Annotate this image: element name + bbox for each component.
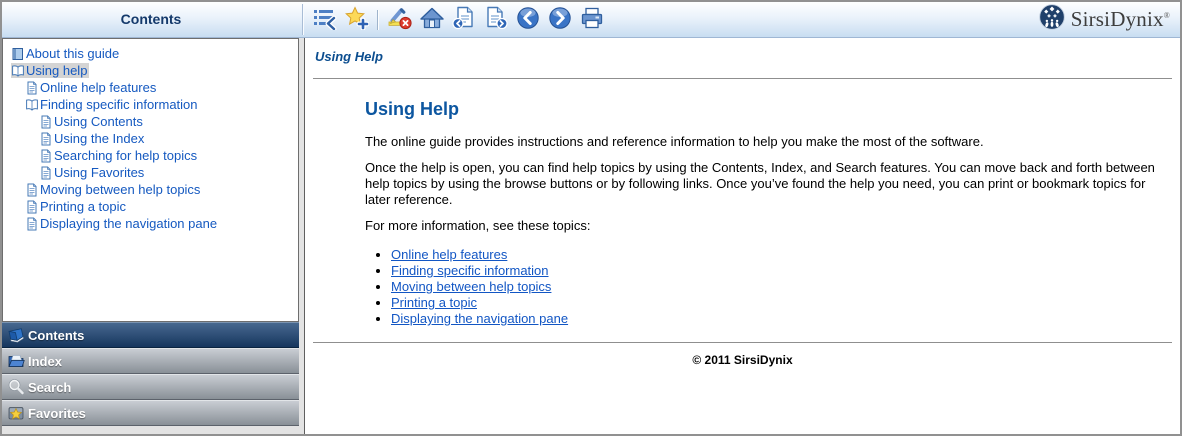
forward-icon (548, 6, 572, 33)
print-button[interactable] (578, 6, 605, 33)
copyright: © 2011 SirsiDynix (305, 353, 1180, 367)
remove-highlight-button[interactable] (386, 6, 413, 33)
related-topic-item: Displaying the navigation pane (391, 312, 1170, 326)
star-box-icon (7, 404, 25, 422)
related-topic-item: Printing a topic (391, 296, 1170, 310)
remove-highlight-icon (388, 6, 412, 33)
book-icon (7, 326, 25, 344)
tree-item[interactable]: Printing a topic (7, 198, 298, 215)
page-icon (25, 200, 39, 214)
tree-item-label: Finding specific information (40, 97, 198, 112)
logo-text: SirsiDynix® (1071, 7, 1170, 32)
back-icon (516, 6, 540, 33)
page-icon (25, 217, 39, 231)
breadcrumb: Using Help (315, 49, 1180, 64)
page-title: Using Help (365, 99, 1170, 120)
nav-tab-contents[interactable]: Contents (2, 322, 299, 348)
page-icon (25, 183, 39, 197)
tree-item-label: Searching for help topics (54, 148, 197, 163)
topbar-divider (302, 4, 304, 35)
tree-item-label: Displaying the navigation pane (40, 216, 217, 231)
sync-toc-button[interactable] (311, 6, 338, 33)
tree-item[interactable]: Searching for help topics (7, 147, 298, 164)
tree-item[interactable]: Finding specific information (7, 96, 298, 113)
body-paragraph: Once the help is open, you can find help… (365, 160, 1170, 208)
home-button[interactable] (418, 6, 445, 33)
tree-item[interactable]: Displaying the navigation pane (7, 215, 298, 232)
add-favorite-button[interactable] (343, 6, 370, 33)
open-book-icon (11, 64, 25, 78)
next-topic-icon (484, 6, 508, 33)
links-intro: For more information, see these topics: (365, 218, 1170, 234)
nav-tab-label: Contents (28, 328, 84, 343)
topic-content: Using Help Using Help The online guide p… (304, 38, 1180, 434)
tree-item-label: Online help features (40, 80, 156, 95)
topic-link[interactable]: Finding specific information (391, 263, 549, 278)
contents-tree: About this guide Using help Online help fe… (2, 38, 299, 322)
nav-tab-index[interactable]: Index (2, 348, 299, 374)
nav-tab-search[interactable]: Search (2, 374, 299, 400)
previous-topic-icon (452, 6, 476, 33)
page-icon (39, 115, 53, 129)
folder-icon (7, 352, 25, 370)
related-topic-item: Finding specific information (391, 264, 1170, 278)
tree-item[interactable]: About this guide (7, 45, 298, 62)
footer-rule (313, 342, 1172, 343)
nav-tab-label: Favorites (28, 406, 86, 421)
add-favorite-icon (345, 6, 369, 33)
tree-item[interactable]: Moving between help topics (7, 181, 298, 198)
body-paragraph: The online guide provides instructions a… (365, 134, 1170, 150)
article: Using Help The online guide provides ins… (365, 99, 1170, 326)
tree-item-label: Using Contents (54, 114, 143, 129)
topic-link[interactable]: Displaying the navigation pane (391, 311, 568, 326)
sync-toc-icon (313, 6, 337, 33)
previous-topic-button[interactable] (450, 6, 477, 33)
tree-item-label: Using help (26, 63, 87, 78)
top-bar: Contents SirsiDynix® (2, 2, 1180, 38)
page-icon (39, 132, 53, 146)
navigation-pane: About this guide Using help Online help fe… (2, 38, 304, 434)
forward-button[interactable] (546, 6, 573, 33)
back-button[interactable] (514, 6, 541, 33)
body-paragraphs: The online guide provides instructions a… (365, 134, 1170, 208)
home-icon (420, 6, 444, 33)
tree-item[interactable]: Using Favorites (7, 164, 298, 181)
next-topic-button[interactable] (482, 6, 509, 33)
topic-link[interactable]: Moving between help topics (391, 279, 551, 294)
topic-link[interactable]: Online help features (391, 247, 507, 262)
header-rule (313, 78, 1172, 79)
related-topic-item: Online help features (391, 248, 1170, 262)
tree-item[interactable]: Using Contents (7, 113, 298, 130)
tree-item[interactable]: Online help features (7, 79, 298, 96)
topic-link[interactable]: Printing a topic (391, 295, 477, 310)
page-icon (25, 81, 39, 95)
tree-item-label: About this guide (26, 46, 119, 61)
tree-item[interactable]: Using the Index (7, 130, 298, 147)
nav-tab-favorites[interactable]: Favorites (2, 400, 299, 426)
nav-tab-label: Search (28, 380, 71, 395)
toolbar-separator (377, 10, 379, 30)
nav-accordion: Contents Index Search Favorites (2, 322, 299, 434)
nav-tab-label: Index (28, 354, 62, 369)
tree-item-label: Using the Index (54, 131, 144, 146)
print-icon (580, 6, 604, 33)
tree-item-label: Printing a topic (40, 199, 126, 214)
sirsidynix-logo-icon (1038, 3, 1066, 36)
tree-item-label: Using Favorites (54, 165, 144, 180)
help-viewer-window: Contents SirsiDynix® About this guide Usi… (0, 0, 1182, 436)
registered-mark: ® (1164, 11, 1170, 20)
related-topics-list: Online help featuresFinding specific inf… (377, 248, 1170, 326)
open-book-icon (25, 98, 39, 112)
closed-book-icon (11, 47, 25, 61)
sirsidynix-logo: SirsiDynix® (1038, 2, 1170, 37)
page-icon (39, 166, 53, 180)
tree-item[interactable]: Using help (7, 62, 298, 79)
magnifier-icon (7, 378, 25, 396)
page-icon (39, 149, 53, 163)
related-topic-item: Moving between help topics (391, 280, 1170, 294)
tree-item-label: Moving between help topics (40, 182, 200, 197)
toolbar (311, 2, 605, 37)
sidebar-header-title: Contents (2, 2, 300, 37)
